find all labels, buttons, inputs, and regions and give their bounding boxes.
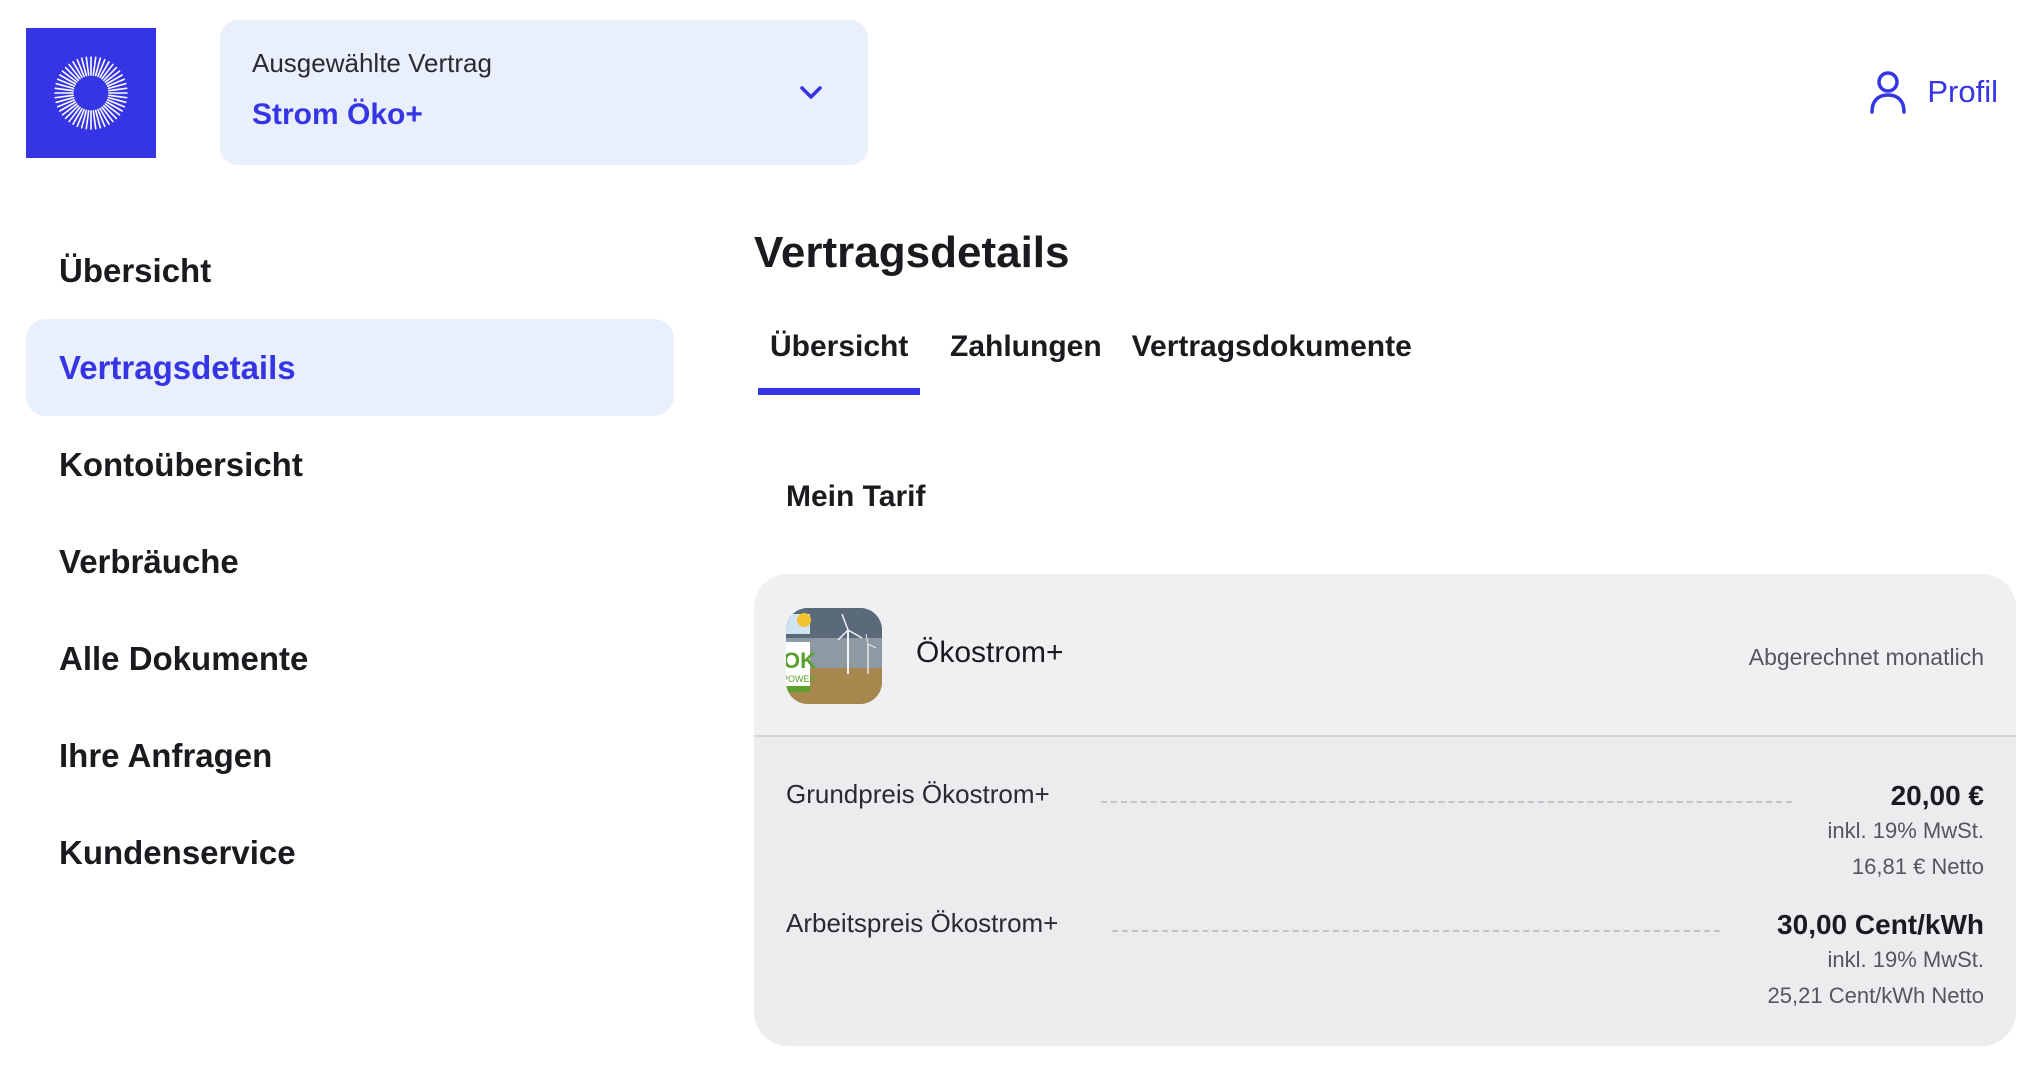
sunburst-ray [85, 56, 90, 76]
sidebar-item-ihre-anfragen[interactable]: Ihre Anfragen [26, 707, 674, 804]
sunburst-ray [108, 94, 128, 99]
tariff-thumbnail: OK POWER [786, 608, 882, 704]
user-icon [1870, 71, 1907, 114]
sidebar-item-label: Alle Dokumente [59, 639, 309, 677]
thumb-badge-text: OK [786, 648, 816, 673]
sidebar-item-verbraeuche[interactable]: Verbräuche [26, 513, 674, 610]
dotted-leader [1112, 930, 1720, 932]
sidebar-nav: Übersicht Vertragsdetails Kontoübersicht… [26, 222, 674, 901]
section-title: Mein Tarif [786, 480, 926, 513]
price-amount: 30,00 Cent/kWh [1777, 909, 1984, 940]
sidebar-item-label: Übersicht [59, 251, 212, 289]
price-values: 30,00 Cent/kWh inkl. 19% MwSt. 25,21 Cen… [1768, 908, 1984, 1014]
sidebar-item-label: Kundenservice [59, 833, 296, 871]
sunburst-ray [85, 110, 90, 130]
sidebar-item-label: Vertragsdetails [59, 348, 296, 386]
price-net: 16,81 € Netto [1851, 854, 1984, 879]
sunburst-ray [54, 87, 74, 92]
billing-interval: Abgerechnet monatlich [1748, 644, 1984, 670]
contract-selector-label: Ausgewählte Vertrag [252, 48, 492, 78]
profile-label: Profil [1927, 74, 1998, 109]
sidebar-item-uebersicht[interactable]: Übersicht [26, 222, 674, 319]
page-title: Vertragsdetails [754, 228, 1070, 277]
sunburst-ray [54, 94, 74, 99]
sidebar-item-kundenservice[interactable]: Kundenservice [26, 804, 674, 901]
sidebar-item-vertragsdetails[interactable]: Vertragsdetails [26, 319, 674, 416]
tab-uebersicht[interactable]: Übersicht [758, 322, 920, 395]
brand-logo[interactable] [26, 28, 156, 158]
sidebar-item-kontouebersicht[interactable]: Kontoübersicht [26, 416, 674, 513]
price-tax-note: inkl. 19% MwSt. [1827, 818, 1985, 843]
sunburst-ray [92, 56, 97, 76]
contract-selector-value: Strom Öko+ [252, 98, 423, 131]
price-label: Arbeitspreis Ökostrom+ [786, 908, 1059, 938]
price-tax-note: inkl. 19% MwSt. [1827, 947, 1985, 972]
price-label: Grundpreis Ökostrom+ [786, 779, 1050, 809]
sidebar-item-label: Verbräuche [59, 542, 239, 580]
dotted-leader [1101, 801, 1792, 803]
tariff-card-header: OK POWER Ökostrom+ Abgerechnet monatlich [754, 574, 2016, 737]
contract-selector[interactable]: Ausgewählte Vertrag Strom Öko+ [220, 20, 868, 165]
price-values: 20,00 € inkl. 19% MwSt. 16,81 € Netto [1828, 779, 1985, 885]
chevron-down-icon[interactable] [796, 78, 826, 108]
price-amount: 20,00 € [1890, 780, 1984, 811]
tariff-name: Ökostrom+ [916, 636, 1064, 669]
tab-zahlungen[interactable]: Zahlungen [938, 322, 1114, 395]
sunburst-ray [108, 87, 128, 92]
sidebar-item-alle-dokumente[interactable]: Alle Dokumente [26, 610, 674, 707]
tab-vertragsdokumente[interactable]: Vertragsdokumente [1120, 322, 1424, 395]
sidebar-item-label: Ihre Anfragen [59, 736, 273, 774]
thumb-badge-sub: POWER [786, 674, 817, 684]
tariff-card: OK POWER Ökostrom+ Abgerechnet monatlich… [754, 574, 2016, 1046]
wind-turbine-image: OK POWER [786, 608, 882, 704]
price-net: 25,21 Cent/kWh Netto [1767, 983, 1984, 1008]
sidebar-item-label: Kontoübersicht [59, 445, 303, 483]
tab-bar: Übersicht Zahlungen Vertragsdokumente [758, 322, 1424, 395]
profile-link[interactable]: Profil [1869, 70, 1998, 114]
sunburst-logo-icon [54, 56, 128, 130]
sunburst-ray [92, 110, 97, 130]
